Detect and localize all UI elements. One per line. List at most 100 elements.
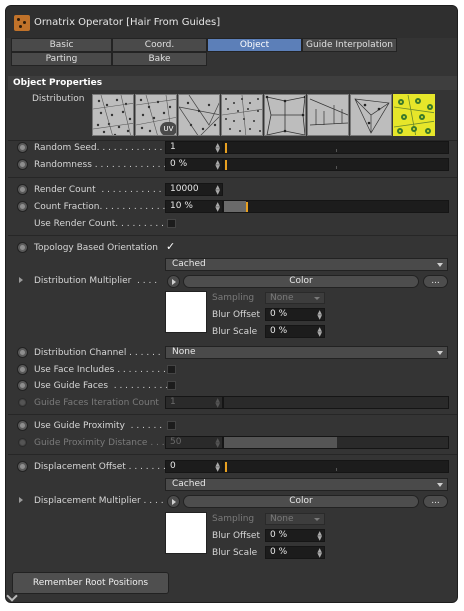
randomness-slider[interactable] bbox=[223, 158, 449, 171]
blur-scale-label: Blur Scale bbox=[212, 327, 258, 337]
count-fraction-keyframe-icon[interactable] bbox=[17, 201, 28, 212]
displacement-multiplier-more-button[interactable]: ... bbox=[423, 495, 448, 508]
blur-scale-label: Blur Scale bbox=[212, 548, 258, 558]
distribution-option-edge[interactable] bbox=[307, 94, 349, 136]
use-render-count-checkbox[interactable] bbox=[167, 219, 176, 228]
titlebar: Ornatrix Operator [Hair From Guides] bbox=[6, 6, 457, 38]
use-face-includes-keyframe-icon[interactable] bbox=[17, 364, 28, 375]
use-face-includes-checkbox[interactable] bbox=[167, 365, 176, 374]
spinner-icon[interactable]: ▲ ▼ bbox=[215, 202, 220, 213]
chevron-down-icon bbox=[314, 518, 320, 521]
sampling-dropdown[interactable]: None bbox=[265, 292, 325, 304]
blur-offset-label: Blur Offset bbox=[212, 531, 260, 541]
blur-scale-input[interactable]: 0 % ▲ ▼ bbox=[265, 325, 325, 338]
slider-tick bbox=[336, 166, 337, 169]
displacement-offset-input[interactable]: 0 ▲ ▼ bbox=[165, 460, 223, 473]
tab-bake[interactable]: Bake bbox=[112, 52, 207, 66]
displacement-multiplier-preview bbox=[165, 512, 207, 554]
spinner-icon[interactable]: ▲ ▼ bbox=[317, 531, 322, 542]
slider-knob[interactable] bbox=[225, 462, 227, 472]
chevron-down-icon bbox=[437, 483, 443, 487]
spinner-icon[interactable]: ▲ ▼ bbox=[215, 185, 220, 196]
play-icon[interactable] bbox=[167, 495, 180, 508]
use-render-count-label: Use Render Count. . . . . . . . . . bbox=[34, 219, 170, 229]
displacement-offset-keyframe-icon[interactable] bbox=[17, 461, 28, 472]
spinner-icon[interactable]: ▲ ▼ bbox=[215, 143, 220, 154]
displacement-multiplier-color-button[interactable]: Color bbox=[183, 495, 419, 508]
slider-knob[interactable] bbox=[225, 143, 227, 153]
spinner-icon[interactable]: ▲ ▼ bbox=[215, 160, 220, 171]
dropdown-value: None bbox=[172, 347, 196, 357]
spinner-icon[interactable]: ▲ ▼ bbox=[317, 310, 322, 321]
displacement-multiplier-mode-dropdown[interactable]: Cached bbox=[165, 478, 448, 491]
topology-checkbox[interactable]: ✓ bbox=[166, 241, 175, 252]
blur-scale-input[interactable]: 0 % ▲ ▼ bbox=[265, 546, 325, 559]
distribution-option-vertex[interactable] bbox=[264, 94, 306, 136]
use-guide-proximity-checkbox[interactable] bbox=[167, 421, 176, 430]
guide-faces-iteration-value: 1 bbox=[170, 397, 176, 407]
guide-proximity-distance-input: 50 ▲ ▼ bbox=[165, 436, 223, 449]
distribution-multiplier-mode-dropdown[interactable]: Cached bbox=[165, 258, 448, 271]
tab-object[interactable]: Object bbox=[207, 38, 302, 52]
chevron-down-icon bbox=[437, 351, 443, 355]
tab-guide-interpolation[interactable]: Guide Interpolation bbox=[302, 38, 397, 52]
topology-keyframe-icon[interactable] bbox=[17, 242, 28, 253]
distribution-option-guides[interactable] bbox=[393, 94, 435, 136]
blur-offset-value: 0 % bbox=[270, 530, 288, 540]
tab-parting[interactable]: Parting bbox=[11, 52, 112, 66]
spinner-icon[interactable]: ▲ ▼ bbox=[317, 327, 322, 338]
random-seed-input[interactable]: 1 ▲ ▼ bbox=[165, 141, 223, 154]
blur-offset-input[interactable]: 0 % ▲ ▼ bbox=[265, 529, 325, 542]
slider-knob[interactable] bbox=[246, 202, 248, 212]
distribution-multiplier-preview bbox=[165, 291, 207, 333]
count-fraction-slider[interactable] bbox=[223, 200, 449, 213]
random-seed-slider[interactable] bbox=[223, 141, 449, 154]
distribution-option-random-uv[interactable]: UV bbox=[135, 94, 177, 136]
expand-triangle-icon[interactable] bbox=[19, 277, 23, 283]
use-guide-faces-checkbox[interactable] bbox=[167, 381, 176, 390]
dropdown-value: Cached bbox=[172, 479, 206, 489]
tab-coord[interactable]: Coord. bbox=[112, 38, 207, 52]
guide-proximity-distance-label: Guide Proximity Distance . . . bbox=[34, 438, 165, 448]
randomness-keyframe-icon[interactable] bbox=[17, 159, 28, 170]
count-fraction-value: 10 % bbox=[170, 201, 193, 211]
remember-root-positions-button[interactable]: Remember Root Positions bbox=[12, 572, 169, 594]
randomness-value: 0 % bbox=[170, 159, 188, 169]
distribution-channel-dropdown[interactable]: None bbox=[165, 346, 448, 359]
spinner-icon[interactable]: ▲ ▼ bbox=[215, 462, 220, 473]
distribution-option-random-face[interactable] bbox=[92, 94, 134, 136]
use-guide-faces-keyframe-icon[interactable] bbox=[17, 380, 28, 391]
dropdown-value: Cached bbox=[172, 259, 206, 269]
displacement-offset-value: 0 bbox=[170, 461, 176, 471]
render-count-keyframe-icon[interactable] bbox=[17, 184, 28, 195]
slider-fill bbox=[224, 201, 246, 212]
random-seed-keyframe-icon[interactable] bbox=[17, 142, 28, 153]
count-fraction-label: Count Fraction. . . . . . . . . . . . bbox=[34, 202, 166, 212]
distribution-channel-keyframe-icon[interactable] bbox=[17, 347, 28, 358]
use-guide-proximity-keyframe-icon[interactable] bbox=[17, 420, 28, 431]
dropdown-value: None bbox=[270, 293, 294, 303]
sampling-dropdown[interactable]: None bbox=[265, 513, 325, 525]
separator bbox=[8, 177, 457, 178]
chevron-down-icon bbox=[437, 263, 443, 267]
distribution-multiplier-color-button[interactable]: Color bbox=[183, 275, 419, 288]
distribution-option-even[interactable] bbox=[221, 94, 263, 136]
distribution-option-face-center[interactable] bbox=[350, 94, 392, 136]
displacement-offset-slider[interactable] bbox=[223, 460, 449, 473]
distribution-multiplier-more-button[interactable]: ... bbox=[423, 275, 448, 288]
blur-offset-label: Blur Offset bbox=[212, 310, 260, 320]
randomness-input[interactable]: 0 % ▲ ▼ bbox=[165, 158, 223, 171]
slider-knob[interactable] bbox=[225, 160, 227, 170]
render-count-input[interactable]: 10000 ▲ ▼ bbox=[165, 183, 223, 196]
blur-offset-input[interactable]: 0 % ▲ ▼ bbox=[265, 308, 325, 321]
expand-triangle-icon[interactable] bbox=[19, 497, 23, 503]
distribution-option-random-area[interactable] bbox=[178, 94, 220, 136]
spinner-icon[interactable]: ▲ ▼ bbox=[317, 548, 322, 559]
guide-proximity-distance-keyframe-icon bbox=[18, 438, 27, 447]
spinner-icon: ▲ ▼ bbox=[215, 397, 220, 409]
displacement-multiplier-label: Displacement Multiplier . . . . bbox=[34, 496, 164, 506]
count-fraction-input[interactable]: 10 % ▲ ▼ bbox=[165, 200, 223, 213]
randomness-label: Randomness . . . . . . . . . . . . . bbox=[34, 160, 167, 170]
play-icon[interactable] bbox=[167, 275, 180, 288]
tab-basic[interactable]: Basic bbox=[11, 38, 112, 52]
